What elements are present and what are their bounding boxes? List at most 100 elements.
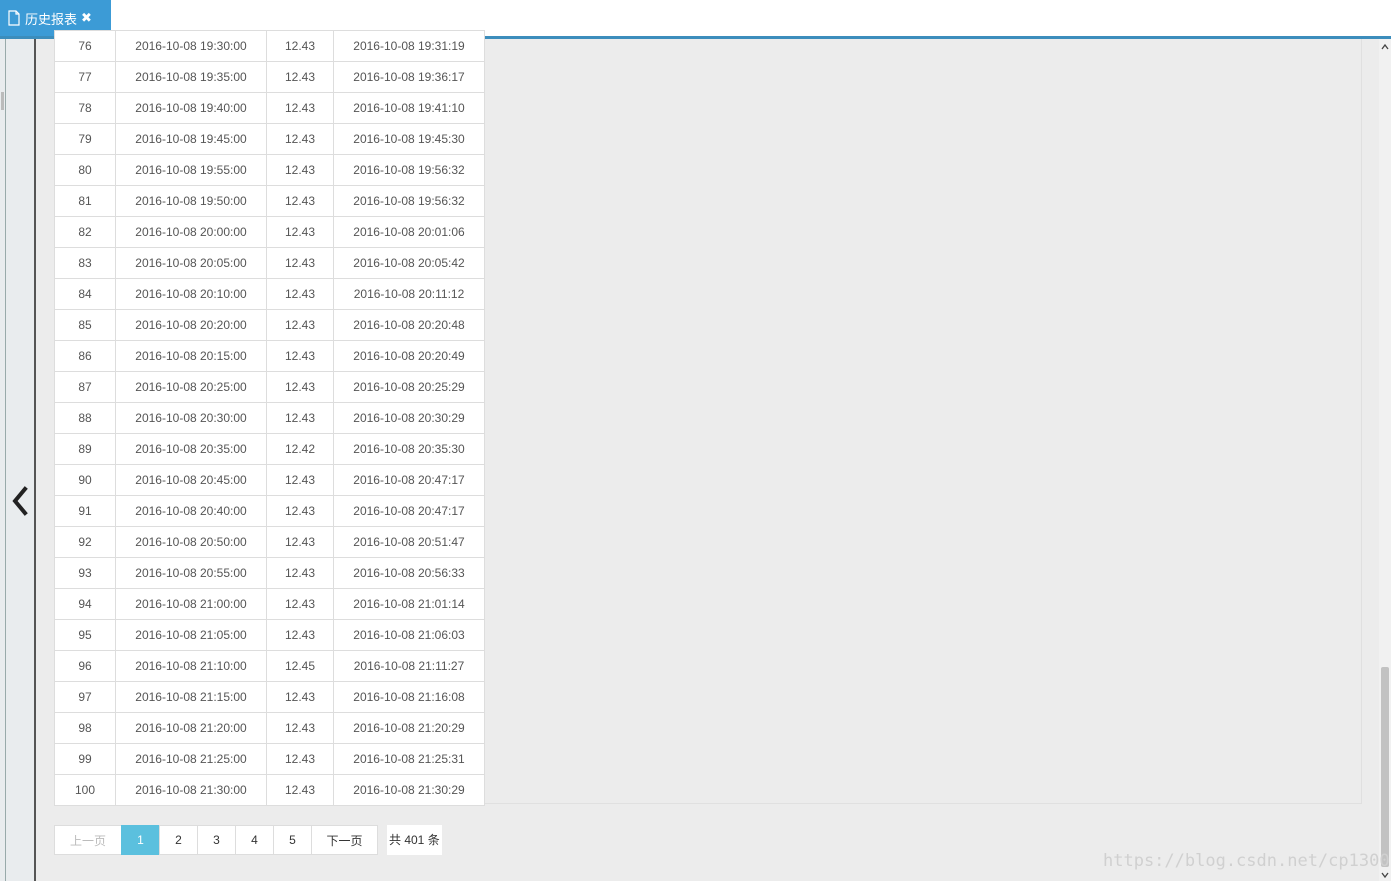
received-time-cell: 2016-10-08 20:47:17 bbox=[333, 464, 485, 496]
row-index-cell: 86 bbox=[54, 340, 116, 372]
row-index-cell: 91 bbox=[54, 495, 116, 527]
table-row: 96 2016-10-08 21:10:00 12.45 2016-10-08 21:… bbox=[54, 650, 485, 682]
row-index-cell: 88 bbox=[54, 402, 116, 434]
record-time-cell: 2016-10-08 20:50:00 bbox=[115, 526, 267, 558]
chevron-left-icon[interactable] bbox=[10, 486, 30, 516]
record-time-cell: 2016-10-08 19:55:00 bbox=[115, 154, 267, 186]
table-row: 76 2016-10-08 19:30:00 12.43 2016-10-08 19:… bbox=[54, 30, 485, 62]
page-button-2[interactable]: 2 bbox=[159, 825, 198, 855]
received-time-cell: 2016-10-08 21:20:29 bbox=[333, 712, 485, 744]
row-index-cell: 77 bbox=[54, 61, 116, 93]
table-row: 86 2016-10-08 20:15:00 12.43 2016-10-08 20:… bbox=[54, 340, 485, 372]
page-button-3[interactable]: 3 bbox=[197, 825, 236, 855]
row-index-cell: 78 bbox=[54, 92, 116, 124]
sidebar-edge bbox=[5, 39, 6, 881]
table-row: 81 2016-10-08 19:50:00 12.43 2016-10-08 19:… bbox=[54, 185, 485, 217]
value-cell: 12.43 bbox=[266, 185, 334, 217]
table-row: 85 2016-10-08 20:20:00 12.43 2016-10-08 20:… bbox=[54, 309, 485, 341]
next-page-button[interactable]: 下一页 bbox=[311, 825, 378, 855]
received-time-cell: 2016-10-08 19:45:30 bbox=[333, 123, 485, 155]
close-icon[interactable]: ✖ bbox=[81, 10, 92, 26]
table-row: 84 2016-10-08 20:10:00 12.43 2016-10-08 20:… bbox=[54, 278, 485, 310]
row-index-cell: 93 bbox=[54, 557, 116, 589]
table-row: 92 2016-10-08 20:50:00 12.43 2016-10-08 20:… bbox=[54, 526, 485, 558]
history-table: 76 2016-10-08 19:30:00 12.43 2016-10-08 19:… bbox=[54, 30, 485, 806]
prev-page-button[interactable]: 上一页 bbox=[54, 825, 122, 855]
received-time-cell: 2016-10-08 19:36:17 bbox=[333, 61, 485, 93]
left-sidebar bbox=[0, 39, 36, 881]
page-button-5[interactable]: 5 bbox=[273, 825, 312, 855]
page-button-1[interactable]: 1 bbox=[121, 825, 160, 855]
received-time-cell: 2016-10-08 21:06:03 bbox=[333, 619, 485, 651]
row-index-cell: 95 bbox=[54, 619, 116, 651]
row-index-cell: 81 bbox=[54, 185, 116, 217]
received-time-cell: 2016-10-08 20:20:49 bbox=[333, 340, 485, 372]
record-time-cell: 2016-10-08 21:05:00 bbox=[115, 619, 267, 651]
watermark: https://blog.csdn.net/cp1300 bbox=[1103, 851, 1390, 871]
received-time-cell: 2016-10-08 20:51:47 bbox=[333, 526, 485, 558]
table-row: 80 2016-10-08 19:55:00 12.43 2016-10-08 19:… bbox=[54, 154, 485, 186]
row-index-cell: 92 bbox=[54, 526, 116, 558]
sidebar-resize-handle[interactable] bbox=[1, 92, 4, 110]
value-cell: 12.43 bbox=[266, 557, 334, 589]
value-cell: 12.43 bbox=[266, 247, 334, 279]
value-cell: 12.43 bbox=[266, 309, 334, 341]
table-row: 90 2016-10-08 20:45:00 12.43 2016-10-08 20:… bbox=[54, 464, 485, 496]
table-row: 88 2016-10-08 20:30:00 12.43 2016-10-08 20:… bbox=[54, 402, 485, 434]
row-index-cell: 99 bbox=[54, 743, 116, 775]
received-time-cell: 2016-10-08 20:35:30 bbox=[333, 433, 485, 465]
received-time-cell: 2016-10-08 21:30:29 bbox=[333, 774, 485, 806]
record-time-cell: 2016-10-08 20:40:00 bbox=[115, 495, 267, 527]
value-cell: 12.43 bbox=[266, 712, 334, 744]
page-button-4[interactable]: 4 bbox=[235, 825, 274, 855]
row-index-cell: 76 bbox=[54, 30, 116, 62]
value-cell: 12.43 bbox=[266, 278, 334, 310]
record-time-cell: 2016-10-08 21:10:00 bbox=[115, 650, 267, 682]
record-time-cell: 2016-10-08 21:30:00 bbox=[115, 774, 267, 806]
received-time-cell: 2016-10-08 20:56:33 bbox=[333, 557, 485, 589]
received-time-cell: 2016-10-08 21:25:31 bbox=[333, 743, 485, 775]
total-count: 共 401 条 bbox=[387, 825, 442, 855]
scrollbar-thumb[interactable] bbox=[1381, 667, 1389, 867]
table-row: 100 2016-10-08 21:30:00 12.43 2016-10-08 21… bbox=[54, 774, 485, 806]
value-cell: 12.43 bbox=[266, 216, 334, 248]
record-time-cell: 2016-10-08 21:00:00 bbox=[115, 588, 267, 620]
row-index-cell: 83 bbox=[54, 247, 116, 279]
table-row: 87 2016-10-08 20:25:00 12.43 2016-10-08 20:… bbox=[54, 371, 485, 403]
received-time-cell: 2016-10-08 20:05:42 bbox=[333, 247, 485, 279]
table-row: 95 2016-10-08 21:05:00 12.43 2016-10-08 21:… bbox=[54, 619, 485, 651]
table-row: 89 2016-10-08 20:35:00 12.42 2016-10-08 20:… bbox=[54, 433, 485, 465]
value-cell: 12.43 bbox=[266, 526, 334, 558]
page-scrollbar[interactable] bbox=[1379, 39, 1391, 881]
value-cell: 12.43 bbox=[266, 774, 334, 806]
record-time-cell: 2016-10-08 21:15:00 bbox=[115, 681, 267, 713]
table-body: 76 2016-10-08 19:30:00 12.43 2016-10-08 19:… bbox=[54, 30, 485, 806]
table-row: 99 2016-10-08 21:25:00 12.43 2016-10-08 21:… bbox=[54, 743, 485, 775]
row-index-cell: 82 bbox=[54, 216, 116, 248]
scroll-up-icon[interactable] bbox=[1381, 43, 1389, 51]
row-index-cell: 89 bbox=[54, 433, 116, 465]
received-time-cell: 2016-10-08 20:47:17 bbox=[333, 495, 485, 527]
record-time-cell: 2016-10-08 19:45:00 bbox=[115, 123, 267, 155]
value-cell: 12.42 bbox=[266, 433, 334, 465]
document-icon bbox=[8, 10, 20, 26]
value-cell: 12.43 bbox=[266, 619, 334, 651]
row-index-cell: 97 bbox=[54, 681, 116, 713]
scroll-down-icon[interactable] bbox=[1381, 871, 1389, 879]
received-time-cell: 2016-10-08 20:25:29 bbox=[333, 371, 485, 403]
table-row: 77 2016-10-08 19:35:00 12.43 2016-10-08 19:… bbox=[54, 61, 485, 93]
table-row: 78 2016-10-08 19:40:00 12.43 2016-10-08 19:… bbox=[54, 92, 485, 124]
row-index-cell: 84 bbox=[54, 278, 116, 310]
received-time-cell: 2016-10-08 20:01:06 bbox=[333, 216, 485, 248]
record-time-cell: 2016-10-08 21:20:00 bbox=[115, 712, 267, 744]
table-row: 82 2016-10-08 20:00:00 12.43 2016-10-08 20:… bbox=[54, 216, 485, 248]
value-cell: 12.43 bbox=[266, 743, 334, 775]
record-time-cell: 2016-10-08 21:25:00 bbox=[115, 743, 267, 775]
received-time-cell: 2016-10-08 21:16:08 bbox=[333, 681, 485, 713]
tab-title: 历史报表 bbox=[25, 11, 78, 27]
record-time-cell: 2016-10-08 20:10:00 bbox=[115, 278, 267, 310]
value-cell: 12.43 bbox=[266, 402, 334, 434]
value-cell: 12.45 bbox=[266, 650, 334, 682]
pagination: 上一页 1 2 3 4 5 下一页 bbox=[54, 825, 378, 855]
received-time-cell: 2016-10-08 21:11:27 bbox=[333, 650, 485, 682]
